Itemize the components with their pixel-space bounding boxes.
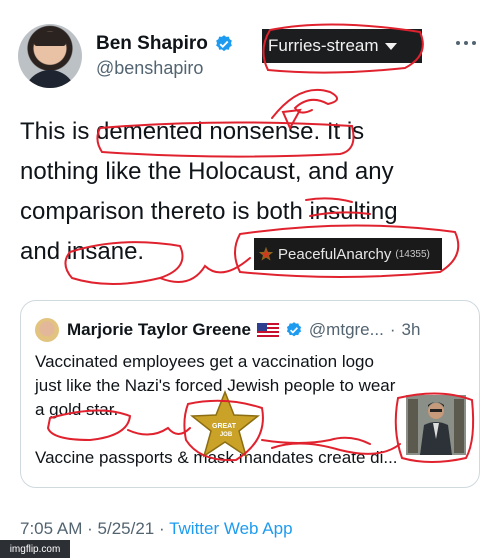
tweet-meta: 7:05 AM · 5/25/21 · Twitter Web App [20, 519, 293, 539]
imgflip-watermark: imgflip.com [0, 540, 70, 558]
meta-separator: · [87, 519, 93, 538]
star-text: JOB [220, 432, 233, 438]
user-tag-count: (14355) [395, 248, 430, 260]
quoted-header: Marjorie Taylor Greene @mtgre... · 3h [67, 320, 420, 340]
tweet-line: comparison thereto is both insulting [20, 198, 398, 225]
quoted-avatar[interactable] [35, 318, 59, 342]
tweet-line: This is demented nonsense. It is [20, 118, 365, 145]
tweet-source-link[interactable]: Twitter Web App [169, 519, 292, 538]
user-tag[interactable]: PeacefulAnarchy (14355) [254, 238, 442, 270]
stream-selector-label: Furries-stream [268, 36, 379, 55]
quoted-author-name[interactable]: Marjorie Taylor Greene [67, 320, 251, 340]
author-avatar[interactable] [18, 24, 82, 88]
tweet-date[interactable]: 5/25/21 [98, 519, 155, 538]
quoted-timestamp[interactable]: 3h [401, 320, 420, 340]
author-name[interactable]: Ben Shapiro [96, 33, 208, 55]
chevron-down-icon [384, 42, 397, 50]
author-name-row: Ben Shapiro [96, 33, 234, 55]
us-flag-icon [256, 323, 279, 337]
tweet-time[interactable]: 7:05 AM [20, 519, 82, 538]
avatar-hair [34, 32, 66, 46]
avatar-shirt [24, 70, 76, 88]
star-text: GREAT [212, 423, 237, 430]
tweet-line: nothing like the Holocaust, and any [20, 158, 394, 185]
quoted-line: Vaccinated employees get a vaccination l… [35, 352, 374, 371]
meta-separator: · [158, 519, 165, 538]
more-options-icon[interactable] [456, 41, 476, 45]
rank-star-icon [258, 246, 274, 261]
stream-selector[interactable]: Furries-stream [262, 29, 422, 63]
separator-dot: · [389, 320, 396, 339]
great-job-star-sticker: GREAT JOB [190, 390, 260, 458]
verified-badge-icon [216, 35, 232, 52]
verified-badge-icon [286, 322, 301, 337]
author-handle[interactable]: @benshapiro [96, 58, 203, 79]
man-in-suit-sticker [406, 395, 466, 455]
user-tag-name: PeacefulAnarchy [278, 245, 392, 263]
quoted-handle[interactable]: @mtgre... [309, 320, 384, 340]
